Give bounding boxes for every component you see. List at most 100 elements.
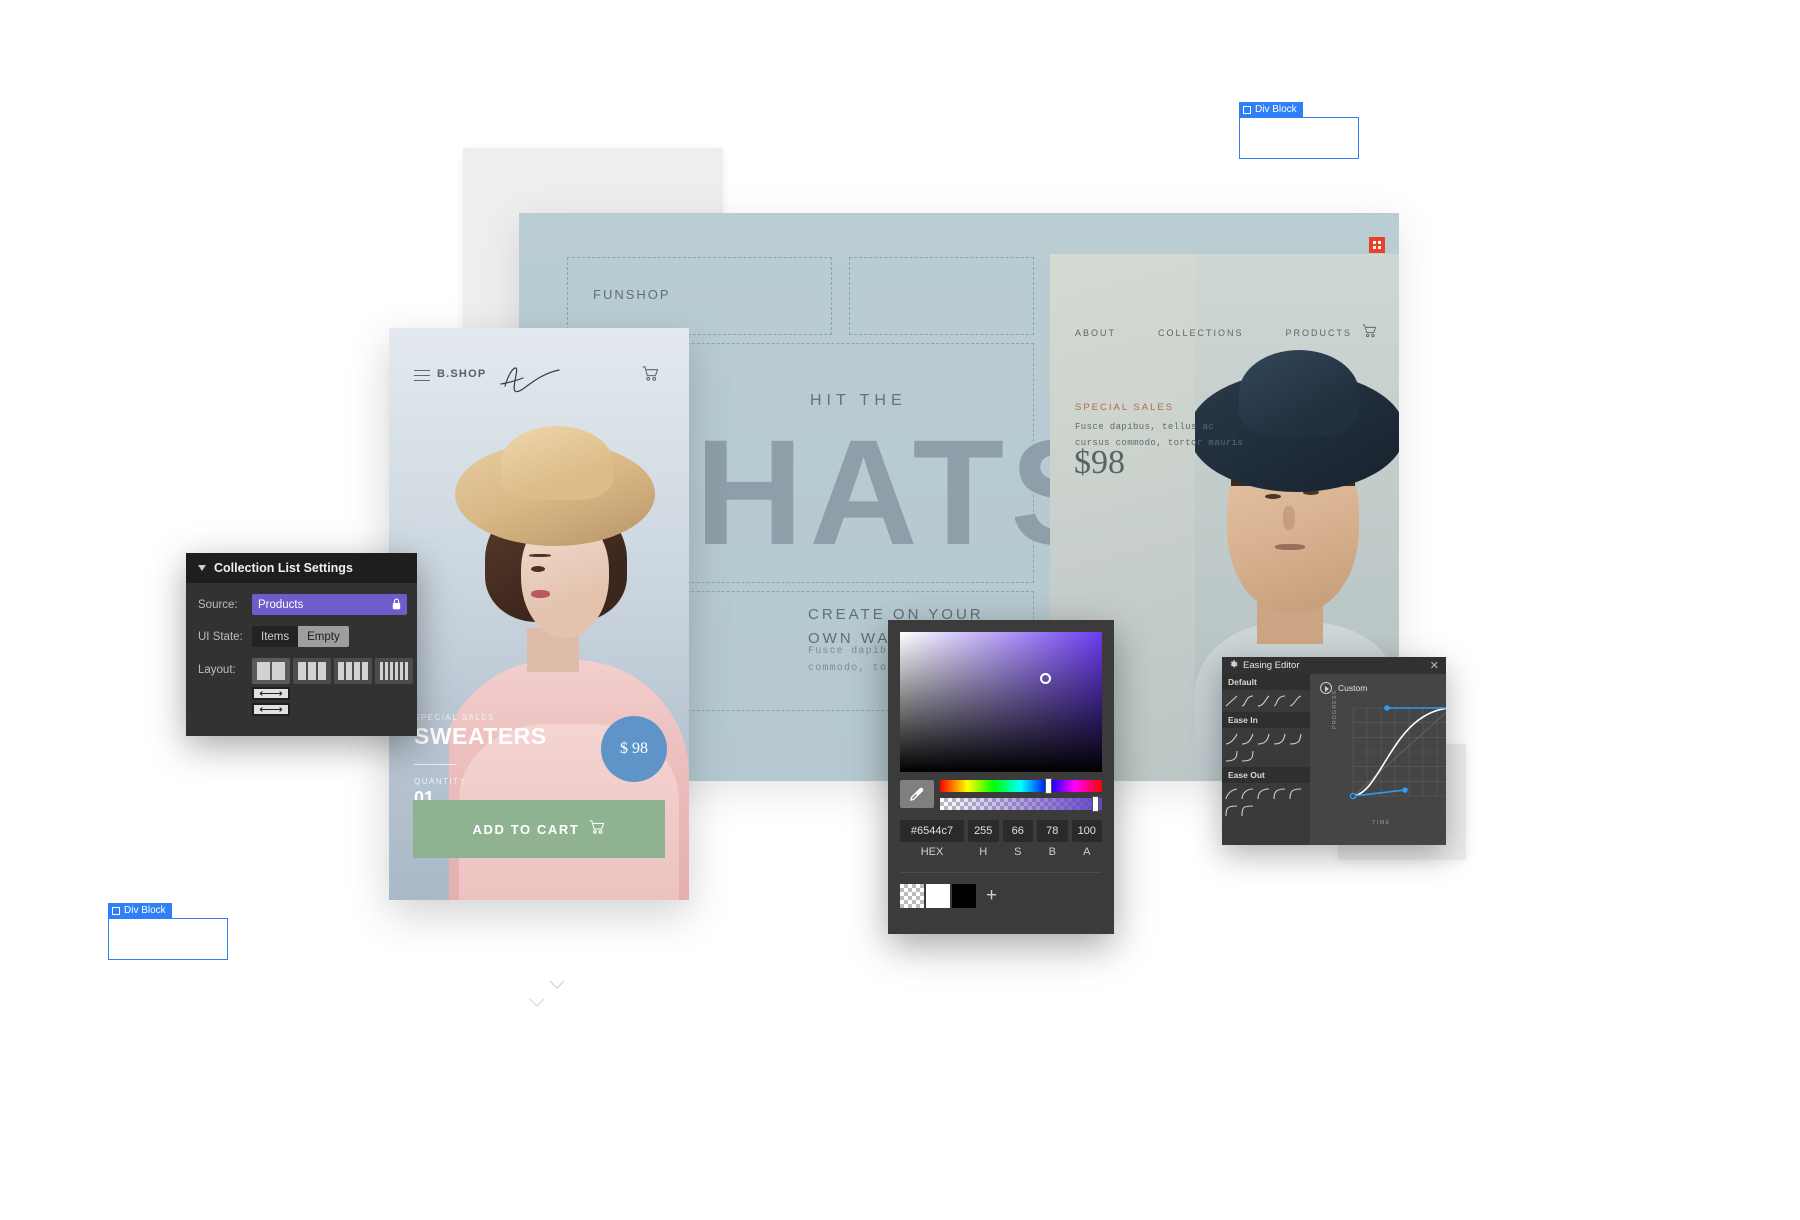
layout-options: [252, 658, 413, 684]
eyedropper-icon[interactable]: [900, 780, 934, 808]
mobile-product-title: SWEATERS: [414, 723, 547, 749]
swatch-black[interactable]: [952, 884, 976, 908]
webflow-badge-icon[interactable]: [1369, 237, 1385, 253]
alpha-slider-handle[interactable]: [1092, 796, 1099, 812]
curve-anchor-start[interactable]: [1349, 792, 1357, 800]
easing-preset-list[interactable]: Default Ease In Ease Out: [1222, 674, 1310, 845]
lock-icon: [392, 598, 401, 610]
div-block-top-right[interactable]: Div Block: [1239, 102, 1359, 159]
collection-list-settings-panel[interactable]: Collection List Settings Source: Product…: [186, 553, 417, 736]
canvas: Div Block Div Block FUNSHOP HIT THE HATS…: [0, 0, 1800, 1220]
easing-curve-icon[interactable]: [1288, 786, 1303, 802]
easing-curve-icon[interactable]: [1224, 786, 1239, 802]
close-icon[interactable]: ✕: [1430, 660, 1439, 671]
easing-curve-icon[interactable]: [1272, 731, 1287, 747]
chevron-down-icon: [528, 996, 546, 1014]
easing-curve-graph[interactable]: [1348, 702, 1446, 812]
layout-option-6-column[interactable]: [375, 658, 413, 684]
layout-option-4-column[interactable]: [334, 658, 372, 684]
divider: [900, 872, 1102, 873]
mobile-brand: B.SHOP: [437, 368, 487, 380]
easing-curve-icon[interactable]: [1224, 693, 1239, 709]
easing-curve-icon[interactable]: [1288, 693, 1303, 709]
easing-group-default-curves[interactable]: [1222, 690, 1310, 712]
hue-input[interactable]: 255: [968, 820, 999, 842]
gear-icon[interactable]: [1229, 659, 1238, 672]
photo-hat-crown: [501, 426, 613, 500]
plus-icon[interactable]: +: [986, 886, 997, 906]
easing-curve-icon[interactable]: [1240, 803, 1255, 819]
easing-group-ease-out-curves[interactable]: [1222, 783, 1310, 822]
hamburger-menu-icon[interactable]: [414, 370, 430, 381]
easing-curve-editor[interactable]: Custom PROGRESS TIME: [1310, 674, 1446, 845]
div-block-label: Div Block: [1239, 102, 1303, 118]
saturation-label: S: [1014, 846, 1022, 858]
easing-curve-icon[interactable]: [1256, 693, 1271, 709]
easing-curve-icon[interactable]: [1224, 748, 1239, 764]
nav-item-about[interactable]: ABOUT: [1075, 328, 1116, 338]
easing-curve-icon[interactable]: [1240, 786, 1255, 802]
panel-title: Collection List Settings: [214, 561, 353, 575]
triangle-down-icon[interactable]: [198, 565, 206, 571]
color-picker-panel[interactable]: #6544c7 255 66 78 100 HEX H S B A +: [888, 620, 1114, 934]
easing-curve-icon[interactable]: [1224, 731, 1239, 747]
saturation-input[interactable]: 66: [1002, 820, 1033, 842]
easing-editor-body: Default Ease In Ease Out Custom PROGRESS…: [1222, 674, 1446, 845]
easing-group-default: Default: [1222, 674, 1310, 690]
layout-option-3-column[interactable]: [293, 658, 331, 684]
layout-stack-option-2[interactable]: [252, 703, 290, 716]
easing-curve-icon[interactable]: [1240, 731, 1255, 747]
source-label: Source:: [198, 598, 238, 611]
easing-curve-icon[interactable]: [1224, 803, 1239, 819]
custom-easing-row[interactable]: Custom: [1320, 682, 1367, 694]
hue-slider-handle[interactable]: [1045, 778, 1052, 794]
easing-curve-icon[interactable]: [1272, 693, 1287, 709]
hue-slider[interactable]: [940, 778, 1102, 794]
easing-editor-title: Easing Editor: [1243, 660, 1300, 671]
easing-curve-icon[interactable]: [1288, 731, 1303, 747]
hex-input[interactable]: #6544c7: [900, 820, 964, 842]
alpha-input[interactable]: 100: [1071, 820, 1102, 842]
shopping-cart-icon[interactable]: [642, 366, 659, 387]
easing-group-ease-in-curves[interactable]: [1222, 728, 1310, 767]
brightness-input[interactable]: 78: [1037, 820, 1068, 842]
swatch-transparent[interactable]: [900, 884, 924, 908]
panel-nav: ABOUT COLLECTIONS PRODUCTS: [1075, 324, 1377, 338]
layout-stack-option-1[interactable]: [252, 687, 290, 700]
swatch-white[interactable]: [926, 884, 950, 908]
easing-group-ease-out: Ease Out: [1222, 767, 1310, 783]
panel-header[interactable]: Collection List Settings: [186, 553, 417, 583]
graph-grid: [1352, 707, 1446, 797]
alpha-slider[interactable]: [940, 796, 1102, 812]
easing-editor-header: Easing Editor ✕: [1222, 657, 1446, 674]
add-to-cart-button[interactable]: ADD TO CART: [413, 800, 665, 858]
color-field-labels: HEX H S B A: [900, 846, 1102, 858]
easing-curve-icon[interactable]: [1272, 786, 1287, 802]
easing-editor-panel[interactable]: Easing Editor ✕ Default Ease In Ease Out…: [1222, 657, 1446, 845]
easing-curve-icon[interactable]: [1256, 786, 1271, 802]
ui-state-option-items[interactable]: Items: [252, 626, 299, 647]
layout-option-2-column[interactable]: [252, 658, 290, 684]
play-circle-icon[interactable]: [1320, 682, 1332, 694]
color-value-fields: #6544c7 255 66 78 100: [900, 820, 1102, 842]
easing-curve-icon[interactable]: [1240, 693, 1255, 709]
color-knob[interactable]: [1040, 673, 1051, 684]
mobile-mockup[interactable]: B.SHOP SPECIAL SALES SWEATERS QUANTITY 0…: [389, 328, 689, 900]
curve-control-point-2[interactable]: [1384, 705, 1390, 711]
easing-curve-icon[interactable]: [1256, 731, 1271, 747]
shopping-cart-icon[interactable]: [1362, 324, 1377, 343]
saturation-value-field[interactable]: [900, 632, 1102, 772]
panel-eyebrow: SPECIAL SALES: [1075, 402, 1175, 413]
div-block-label-text: Div Block: [124, 905, 166, 916]
nav-item-products[interactable]: PRODUCTS: [1286, 328, 1353, 338]
nav-item-collections[interactable]: COLLECTIONS: [1158, 328, 1244, 338]
curve-control-point-1[interactable]: [1402, 787, 1408, 793]
source-row: Source: Products: [186, 594, 417, 615]
ui-state-option-empty[interactable]: Empty: [298, 626, 349, 647]
checkbox-icon: [1243, 106, 1251, 114]
source-field[interactable]: Products: [252, 594, 407, 615]
mobile-price-badge: $ 98: [601, 716, 667, 782]
easing-curve-icon[interactable]: [1240, 748, 1255, 764]
div-block-bottom-left[interactable]: Div Block: [108, 903, 228, 960]
ui-state-segmented-control[interactable]: Items Empty: [252, 626, 349, 647]
